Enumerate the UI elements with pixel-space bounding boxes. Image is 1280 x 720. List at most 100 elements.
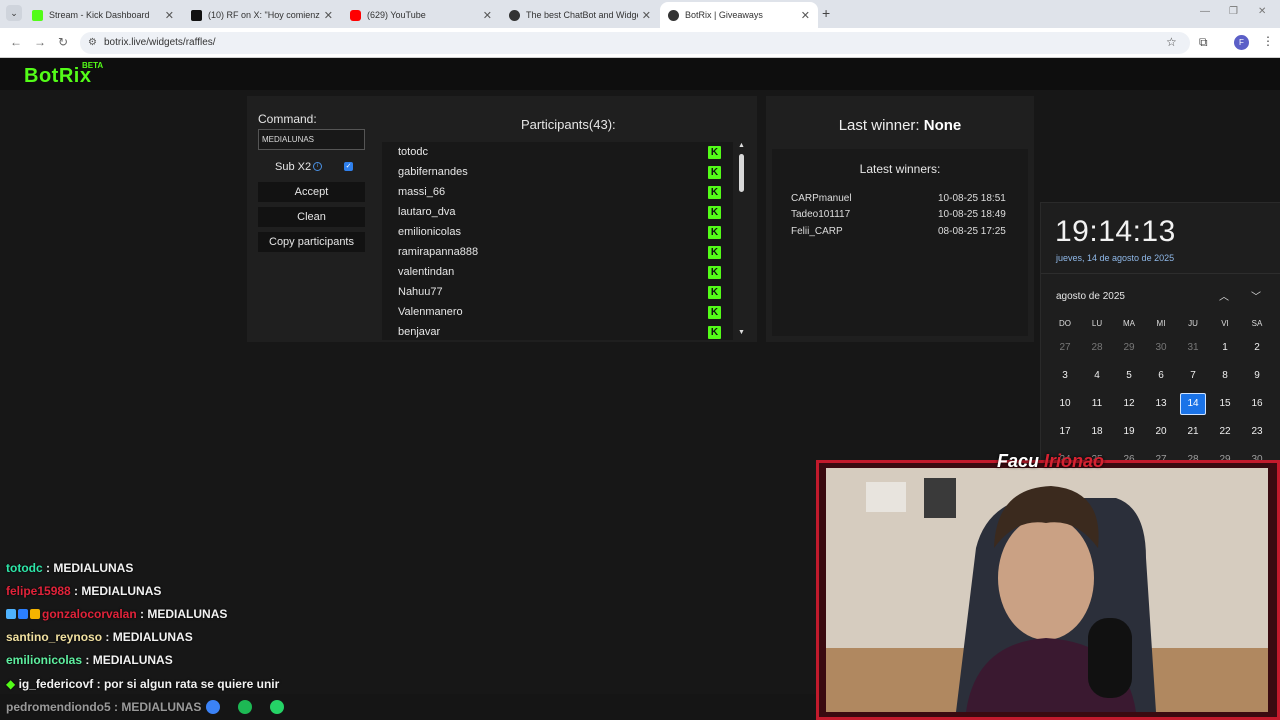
chevron-up-icon[interactable]: ︿ [1219,288,1229,303]
kick-icon: K [708,246,721,259]
participants-scrollbar[interactable]: ▲ ▼ [738,142,746,340]
calendar-month[interactable]: agosto de 2025 [1056,291,1125,302]
calendar-day[interactable]: 19 [1113,426,1145,437]
tab-youtube[interactable]: (629) YouTube ✕ [342,2,500,28]
chat-badge-icon [6,609,16,619]
winner-name: CARPmanuel [791,193,852,204]
minimize-icon[interactable]: — [1200,6,1210,17]
chat-username[interactable]: gonzalocorvalan [42,607,137,621]
tab-botrix-giveaways[interactable]: BotRix | Giveaways ✕ [660,2,818,28]
kick-icon: K [708,326,721,339]
chat-separator: : [82,653,93,667]
extensions-puzzle-icon[interactable]: ⧉ [1199,35,1208,50]
calendar-day[interactable]: 5 [1113,370,1145,381]
calendar-day[interactable]: 22 [1209,426,1241,437]
app-header: BotRix BETA [0,58,1280,90]
whatsapp-icon[interactable] [270,700,284,714]
winner-name: Tadeo101117 [791,209,851,220]
close-icon[interactable]: ✕ [324,9,333,22]
reload-icon[interactable]: ↻ [58,35,68,49]
chat-message: ◆ ig_federicovf : por si algun rata se q… [6,677,279,691]
weekday-header: VI [1221,319,1229,328]
chrome-icon[interactable] [206,700,220,714]
scroll-up-icon[interactable]: ▲ [738,142,745,149]
calendar-day[interactable]: 11 [1081,398,1113,409]
chat-username[interactable]: emilionicolas [6,653,82,667]
accept-button[interactable]: Accept [258,182,365,202]
chat-badge-icon [30,609,40,619]
close-icon[interactable]: ✕ [483,9,492,22]
tab-search-icon[interactable]: ⌄ [6,5,22,21]
calendar-day[interactable]: 8 [1209,370,1241,381]
forward-arrow-icon[interactable]: → [34,35,46,49]
tab-x-post[interactable]: (10) RF on X: "Hoy comienza la ✕ [183,2,341,28]
tab-kick-dashboard[interactable]: Stream - Kick Dashboard ✕ [24,2,182,28]
calendar-day[interactable]: 20 [1145,426,1177,437]
calendar-day[interactable]: 10 [1049,398,1081,409]
calendar-day[interactable]: 13 [1145,398,1177,409]
calendar-day[interactable]: 21 [1177,426,1209,437]
tab-title: Stream - Kick Dashboard [49,10,150,20]
window-close-icon[interactable]: ✕ [1258,6,1266,17]
command-input[interactable]: MEDIALUNAS [258,129,365,150]
calendar-day[interactable]: 9 [1241,370,1273,381]
site-info-icon[interactable]: ⚙ [88,32,97,54]
calendar-day[interactable]: 2 [1241,342,1273,353]
kick-icon: K [708,186,721,199]
calendar-day[interactable]: 7 [1177,370,1209,381]
calendar-day[interactable]: 4 [1081,370,1113,381]
chat-username[interactable]: santino_reynoso [6,630,102,644]
list-item: valentindan [398,266,455,278]
botrix-favicon-icon [668,9,679,21]
address-bar[interactable]: ⚙ botrix.live/widgets/raffles/ [80,32,1190,54]
copy-participants-button[interactable]: Copy participants [258,232,365,252]
last-winner-label: Last winner: [838,117,920,134]
calendar-day[interactable]: 14 [1180,393,1206,415]
close-icon[interactable]: ✕ [801,9,810,22]
bookmark-star-icon[interactable]: ☆ [1166,35,1177,49]
participants-list[interactable]: totodc K gabifernandes K massi_66 K laut… [382,142,733,340]
calendar-day[interactable]: 18 [1081,426,1113,437]
close-icon[interactable]: ✕ [165,9,174,22]
calendar-day[interactable]: 15 [1209,398,1241,409]
sub-x2-checkbox[interactable]: ✓ [344,162,353,171]
clock-date[interactable]: jueves, 14 de agosto de 2025 [1056,253,1174,263]
chat-text: MEDIALUNAS [92,653,173,667]
spotify-icon[interactable] [238,700,252,714]
clean-button[interactable]: Clean [258,207,365,227]
profile-avatar[interactable]: F [1234,35,1249,50]
tab-chatbot-widgets[interactable]: The best ChatBot and Widgets ✕ [501,2,659,28]
x-favicon-icon [191,9,202,21]
scroll-thumb[interactable] [739,154,744,192]
calendar-day[interactable]: 16 [1241,398,1273,409]
calendar-day[interactable]: 27 [1049,342,1081,353]
chat-username[interactable]: felipe15988 [6,584,71,598]
back-arrow-icon[interactable]: ← [10,35,22,49]
winner-name: Felii_CARP [791,226,843,237]
calendar-day[interactable]: 6 [1145,370,1177,381]
tab-title: BotRix | Giveaways [685,10,763,20]
calendar-day[interactable]: 1 [1209,342,1241,353]
new-tab-plus-icon[interactable]: + [822,5,830,21]
calendar-day[interactable]: 12 [1113,398,1145,409]
chat-username[interactable]: ig_federicovf [19,677,94,691]
close-icon[interactable]: ✕ [642,9,651,22]
raffle-panel: Command: MEDIALUNAS Sub X2 i ✓ Accept Cl… [247,96,757,342]
calendar-day[interactable]: 3 [1049,370,1081,381]
calendar-day[interactable]: 29 [1113,342,1145,353]
calendar-day[interactable]: 31 [1177,342,1209,353]
winner-date: 10-08-25 18:51 [938,193,1006,204]
list-item: totodc [398,146,428,158]
calendar-day[interactable]: 23 [1241,426,1273,437]
chat-username[interactable]: totodc [6,561,43,575]
chevron-down-icon[interactable]: ﹀ [1251,288,1261,303]
calendar-day[interactable]: 30 [1145,342,1177,353]
scroll-down-icon[interactable]: ▼ [738,329,745,336]
chat-message: totodc : MEDIALUNAS [6,561,133,575]
info-icon[interactable]: i [313,162,322,171]
calendar-day[interactable]: 28 [1081,342,1113,353]
restore-icon[interactable]: ❐ [1229,6,1238,17]
browser-menu-icon[interactable]: ⋮ [1262,34,1274,48]
weekday-header: MI [1156,319,1166,328]
calendar-day[interactable]: 17 [1049,426,1081,437]
